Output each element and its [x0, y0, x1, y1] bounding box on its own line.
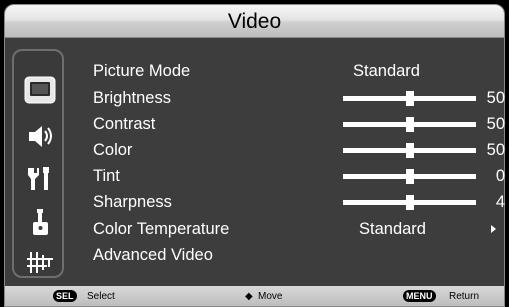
contrast-value: 50 — [486, 115, 505, 133]
color-label: Color — [93, 141, 133, 159]
menu-item-brightness[interactable]: Brightness 50 — [93, 85, 505, 111]
brightness-label: Brightness — [93, 89, 171, 107]
footer-hint-bar: SEL Select ◆ Move MENU Return — [4, 286, 505, 307]
picture-icon[interactable] — [24, 75, 56, 105]
tint-label: Tint — [93, 167, 120, 185]
menu-item-sharpness[interactable]: Sharpness 4 — [93, 189, 505, 215]
color-temperature-value: Standard — [359, 220, 426, 238]
picture-mode-label: Picture Mode — [93, 62, 191, 80]
menu-item-color-temperature[interactable]: Color Temperature Standard — [93, 216, 505, 242]
select-hint: Select — [87, 291, 115, 302]
channel-icon[interactable] — [24, 247, 56, 277]
menu-item-advanced-video[interactable]: Advanced Video — [93, 242, 505, 268]
menu-key-badge: MENU — [403, 290, 436, 302]
color-temperature-label: Color Temperature — [93, 220, 230, 238]
menu-title: Video — [227, 10, 282, 33]
return-hint: Return — [449, 291, 480, 302]
contrast-label: Contrast — [93, 115, 156, 133]
menu-panel: Picture Mode Standard Brightness 50 Cont… — [4, 38, 505, 286]
sharpness-slider[interactable] — [343, 195, 476, 210]
menu-item-contrast[interactable]: Contrast 50 — [93, 111, 505, 137]
picture-mode-value: Standard — [353, 62, 420, 80]
brightness-value: 50 — [486, 89, 505, 107]
audio-icon[interactable] — [24, 121, 56, 151]
tint-slider-thumb[interactable] — [405, 169, 414, 184]
menu-item-picture-mode[interactable]: Picture Mode Standard — [93, 58, 505, 84]
sharpness-slider-thumb[interactable] — [405, 195, 414, 210]
sharpness-label: Sharpness — [93, 193, 172, 211]
sel-key-badge: SEL — [53, 290, 77, 302]
menu-title-bar: Video — [4, 4, 505, 38]
contrast-slider-thumb[interactable] — [405, 117, 414, 132]
advanced-video-label: Advanced Video — [93, 246, 213, 264]
move-arrows-icon: ◆ — [245, 291, 253, 302]
color-slider-thumb[interactable] — [405, 143, 414, 158]
color-value: 50 — [486, 141, 505, 159]
move-hint: Move — [258, 291, 283, 302]
brightness-slider[interactable] — [343, 91, 476, 106]
color-slider[interactable] — [343, 143, 476, 158]
lock-icon[interactable] — [24, 207, 56, 237]
sharpness-value: 4 — [495, 193, 505, 211]
tint-value: 0 — [495, 167, 505, 185]
setup-icon[interactable] — [24, 163, 56, 193]
tint-slider[interactable] — [343, 169, 476, 184]
menu-item-tint[interactable]: Tint 0 — [93, 163, 505, 189]
brightness-slider-thumb[interactable] — [405, 91, 414, 106]
category-sidebar — [12, 49, 64, 278]
menu-item-color[interactable]: Color 50 — [93, 137, 505, 163]
arrow-right-icon[interactable] — [491, 225, 496, 233]
contrast-slider[interactable] — [343, 117, 476, 132]
